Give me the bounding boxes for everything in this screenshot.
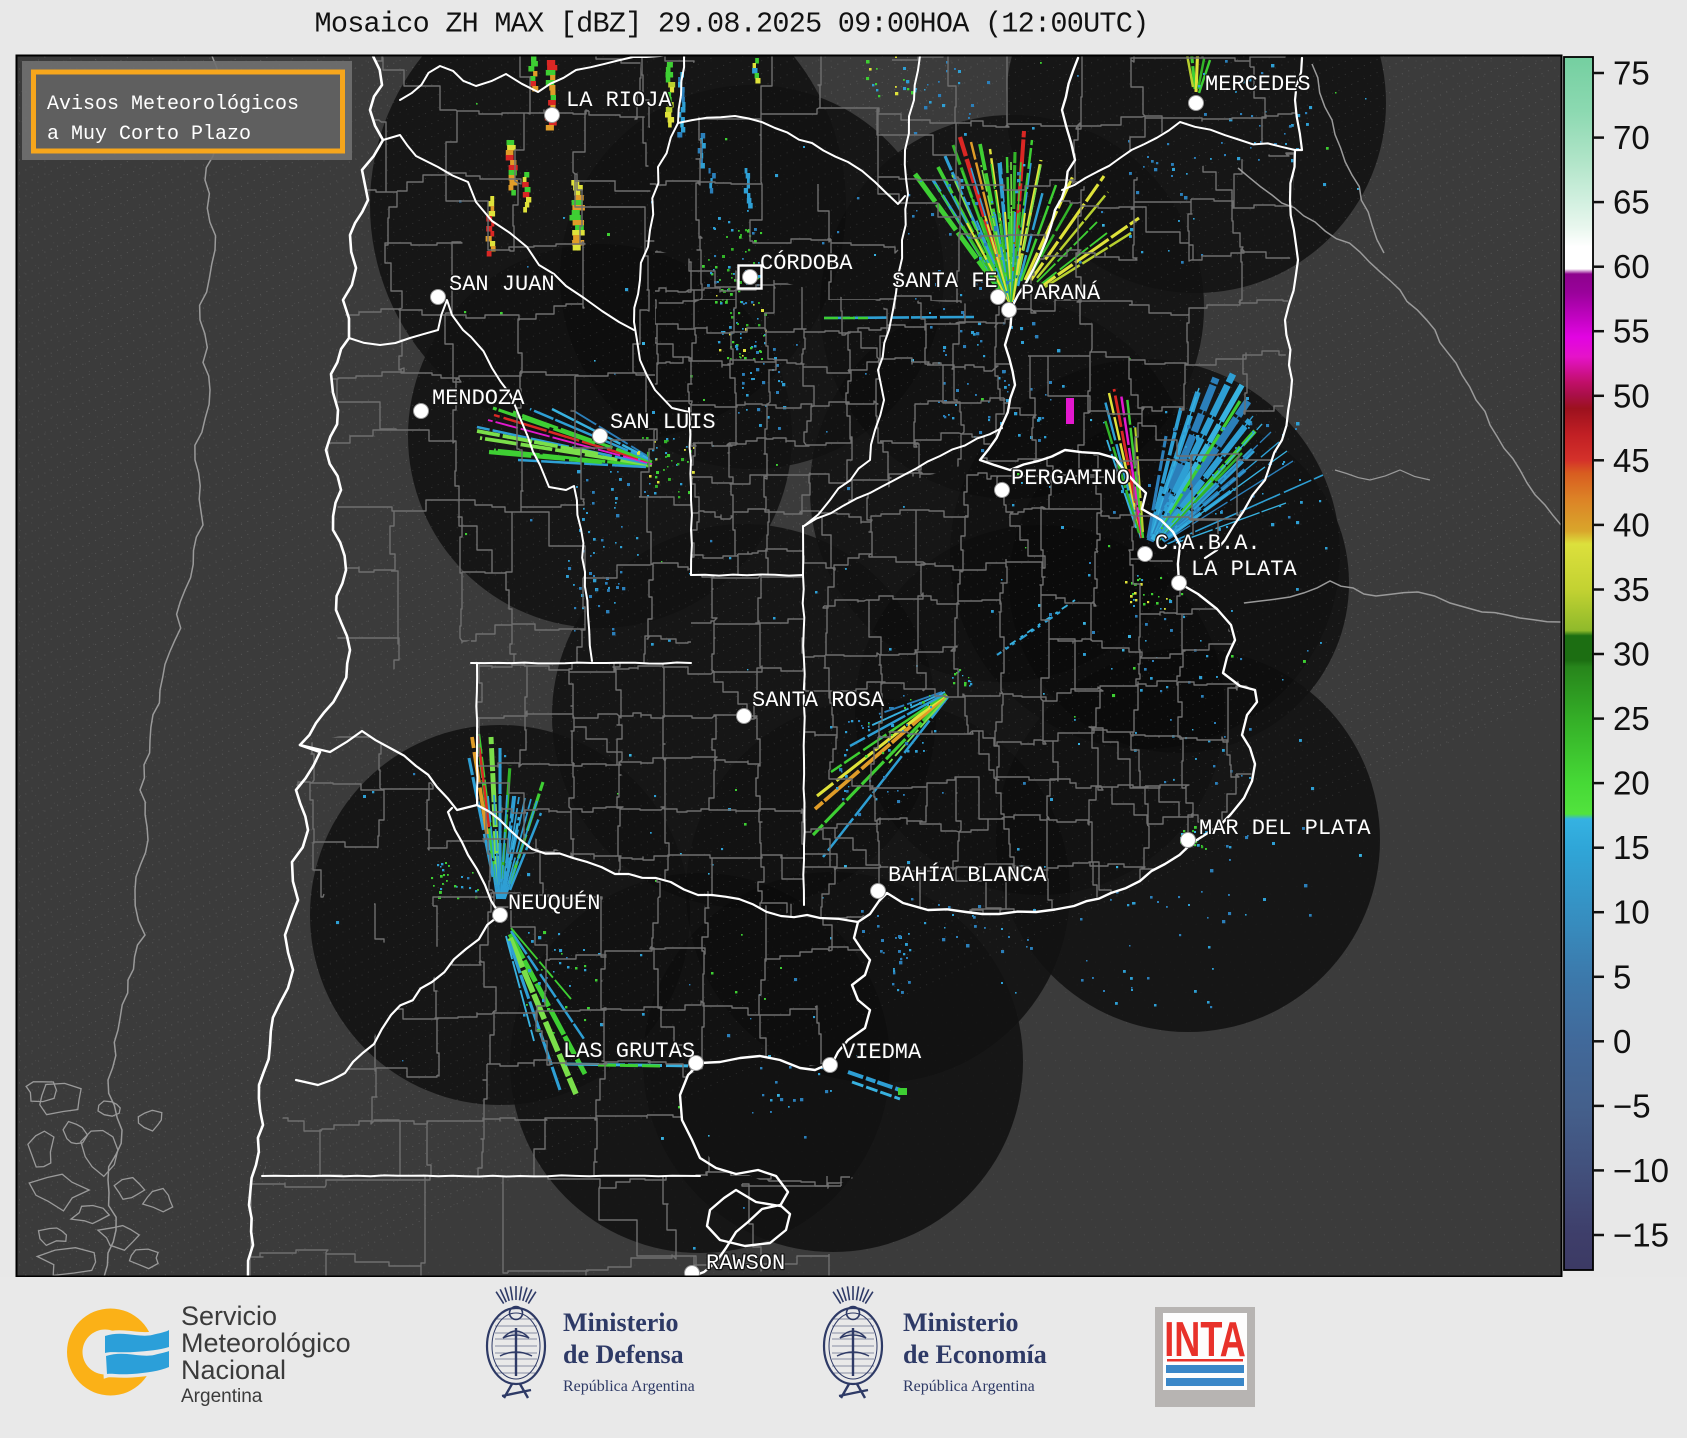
svg-text:Nacional: Nacional <box>181 1355 286 1385</box>
svg-text:LA PLATA: LA PLATA <box>1191 557 1297 582</box>
svg-text:de Economía: de Economía <box>903 1340 1047 1369</box>
svg-text:República Argentina: República Argentina <box>903 1378 1035 1395</box>
svg-text:75: 75 <box>1613 55 1650 92</box>
svg-text:SAN JUAN: SAN JUAN <box>449 272 555 297</box>
svg-text:55: 55 <box>1613 313 1650 350</box>
svg-text:30: 30 <box>1613 636 1650 673</box>
svg-text:Avisos Meteorológicos: Avisos Meteorológicos <box>47 93 299 116</box>
svg-text:CÓRDOBA: CÓRDOBA <box>760 250 853 276</box>
svg-text:5: 5 <box>1613 958 1631 995</box>
svg-text:MAR DEL PLATA: MAR DEL PLATA <box>1199 816 1371 841</box>
svg-text:LA RIOJA: LA RIOJA <box>566 88 672 113</box>
svg-text:Ministerio: Ministerio <box>903 1308 1019 1337</box>
svg-text:35: 35 <box>1613 571 1650 608</box>
svg-text:−10: −10 <box>1613 1152 1669 1189</box>
svg-text:a Muy Corto Plazo: a Muy Corto Plazo <box>47 123 251 146</box>
svg-text:MENDOZA: MENDOZA <box>432 386 525 411</box>
svg-text:60: 60 <box>1613 248 1650 285</box>
svg-text:15: 15 <box>1613 829 1650 866</box>
svg-text:BAHÍA BLANCA: BAHÍA BLANCA <box>888 862 1047 888</box>
svg-text:20: 20 <box>1613 765 1650 802</box>
svg-text:50: 50 <box>1613 377 1650 414</box>
svg-text:−15: −15 <box>1613 1217 1669 1254</box>
svg-text:de Defensa: de Defensa <box>563 1340 684 1369</box>
svg-text:65: 65 <box>1613 184 1650 221</box>
svg-text:−5: −5 <box>1613 1087 1651 1124</box>
svg-text:VIEDMA: VIEDMA <box>842 1040 922 1065</box>
svg-text:Ministerio: Ministerio <box>563 1308 679 1337</box>
svg-text:SANTA ROSA: SANTA ROSA <box>752 688 885 713</box>
svg-text:NEUQUÉN: NEUQUÉN <box>508 890 600 916</box>
svg-text:10: 10 <box>1613 894 1650 931</box>
svg-text:0: 0 <box>1613 1023 1631 1060</box>
svg-text:RAWSON: RAWSON <box>706 1251 785 1276</box>
svg-text:Meteorológico: Meteorológico <box>181 1328 351 1358</box>
svg-text:SANTA FE: SANTA FE <box>892 269 998 294</box>
svg-text:MERCEDES: MERCEDES <box>1205 72 1311 97</box>
svg-text:PARANÁ: PARANÁ <box>1021 280 1101 306</box>
svg-text:Servicio: Servicio <box>181 1301 277 1331</box>
svg-text:25: 25 <box>1613 700 1650 737</box>
svg-text:45: 45 <box>1613 442 1650 479</box>
svg-text:LAS GRUTAS: LAS GRUTAS <box>563 1039 695 1064</box>
svg-text:C.A.B.A.: C.A.B.A. <box>1155 531 1261 556</box>
svg-text:PERGAMINO: PERGAMINO <box>1011 466 1130 491</box>
svg-text:Argentina: Argentina <box>181 1386 263 1407</box>
svg-text:70: 70 <box>1613 119 1650 156</box>
svg-text:SAN LUIS: SAN LUIS <box>610 410 716 435</box>
svg-text:40: 40 <box>1613 506 1650 543</box>
svg-text:Mosaico ZH MAX [dBZ] 29.08.202: Mosaico ZH MAX [dBZ] 29.08.2025 09:00HOA… <box>315 8 1149 41</box>
svg-text:República Argentina: República Argentina <box>563 1378 695 1395</box>
